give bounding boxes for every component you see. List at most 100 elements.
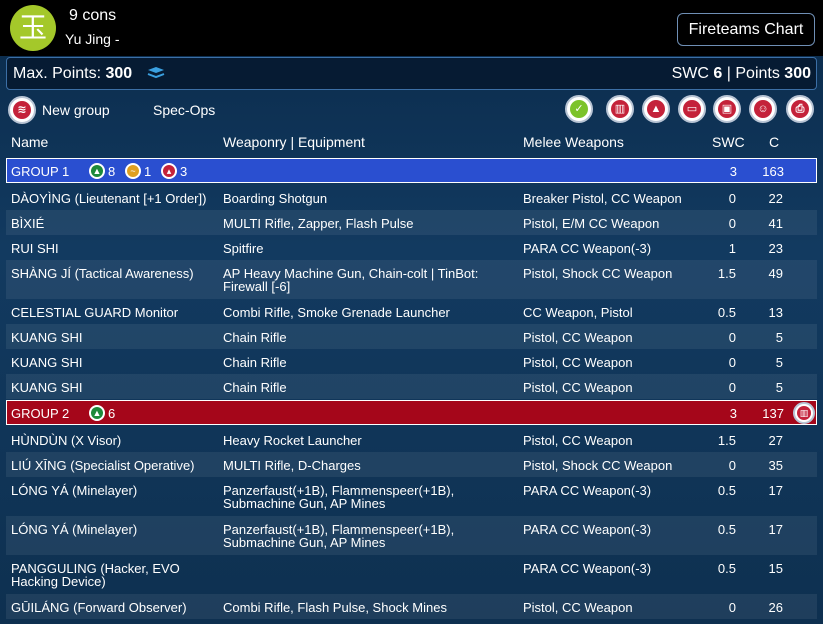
- unit-weapons: Chain Rifle: [223, 380, 287, 395]
- face-icon: ☺: [754, 100, 772, 118]
- unit-weapons: MULTI Rifle, D-Charges: [223, 458, 361, 473]
- table-row[interactable]: LÓNG YÁ (Minelayer) Panzerfaust(+1B), Fl…: [6, 477, 817, 516]
- table-row[interactable]: CELESTIAL GUARD Monitor Combi Rifle, Smo…: [6, 299, 817, 324]
- swc-value: 6: [713, 65, 723, 82]
- table-row[interactable]: KUANG SHI Chain Rifle Pistol, CC Weapon …: [6, 324, 817, 349]
- unit-swc: 0: [728, 458, 736, 473]
- unit-cost: 17: [768, 522, 783, 537]
- toolbar: ≋ New group Spec-Ops ✓ ▥ ▲ ▭ ▣ ☺ ⎙: [0, 94, 823, 126]
- unit-cost: 41: [768, 216, 783, 231]
- unit-weapons: Combi Rifle, Flash Pulse, Shock Mines: [223, 600, 447, 615]
- unit-swc: 1: [728, 241, 736, 256]
- unit-melee: Pistol, CC Weapon: [523, 600, 633, 615]
- unit-melee: PARA CC Weapon(-3): [523, 522, 652, 537]
- table-row[interactable]: RUI SHI Spitfire PARA CC Weapon(-3) 1 23: [6, 235, 817, 260]
- trash-icon: ▥: [797, 406, 811, 420]
- unit-swc: 0: [728, 355, 736, 370]
- new-group-button[interactable]: ≋: [8, 96, 36, 124]
- infinity-icon[interactable]: [146, 65, 166, 81]
- table-row[interactable]: HÙNDÙN (X Visor) Heavy Rocket Launcher P…: [6, 427, 817, 452]
- table-row[interactable]: PANGGULING (Hacker, EVO Hacking Device) …: [6, 555, 817, 594]
- print-button[interactable]: ⎙: [786, 95, 814, 123]
- unit-name: GŪILÁNG (Forward Observer): [11, 600, 187, 615]
- group-row[interactable]: GROUP 2 ▲ 6 3 137 ▥: [6, 400, 817, 425]
- chat-button[interactable]: ▭: [678, 95, 706, 123]
- unit-name: RUI SHI: [11, 241, 59, 256]
- profile-button[interactable]: ☺: [749, 95, 777, 123]
- unit-swc: 1.5: [717, 266, 736, 281]
- unit-weapons: Panzerfaust(+1B), Flammenspeer(+1B), Sub…: [223, 522, 455, 550]
- unit-cost: 5: [775, 330, 783, 345]
- table-row[interactable]: LIÚ XĪNG (Specialist Operative) MULTI Ri…: [6, 452, 817, 477]
- unit-name: HÙNDÙN (X Visor): [11, 433, 122, 448]
- column-header-name[interactable]: Name: [11, 134, 48, 150]
- delete-list-button[interactable]: ▥: [606, 95, 634, 123]
- save-icon: ▣: [718, 100, 736, 118]
- trash-icon: ▥: [611, 100, 629, 118]
- unit-weapons: Combi Rifle, Smoke Grenade Launcher: [223, 305, 450, 320]
- table-row[interactable]: BÌXIÉ MULTI Rifle, Zapper, Flash Pulse P…: [6, 210, 817, 235]
- table-row[interactable]: SHÀNG JÍ (Tactical Awareness) AP Heavy M…: [6, 260, 817, 299]
- unit-melee: PARA CC Weapon(-3): [523, 483, 652, 498]
- unit-swc: 0.5: [717, 483, 736, 498]
- unit-weapons: Panzerfaust(+1B), Flammenspeer(+1B), Sub…: [223, 483, 455, 511]
- unit-cost: 22: [768, 191, 783, 206]
- army-title[interactable]: 9 cons: [69, 7, 116, 25]
- table-row[interactable]: LÓNG YÁ (Minelayer) Panzerfaust(+1B), Fl…: [6, 516, 817, 555]
- unit-weapons: AP Heavy Machine Gun, Chain-colt | TinBo…: [223, 266, 479, 294]
- group-cost: 137: [762, 406, 784, 421]
- unit-name: KUANG SHI: [11, 330, 83, 345]
- army-subtitle: Yu Jing -: [65, 31, 120, 47]
- unit-name: CELESTIAL GUARD Monitor: [11, 305, 179, 320]
- unit-melee: Pistol, E/M CC Weapon: [523, 216, 660, 231]
- warning-button[interactable]: ▲: [642, 95, 670, 123]
- unit-name: KUANG SHI: [11, 355, 83, 370]
- unit-melee: Pistol, Shock CC Weapon: [523, 266, 673, 281]
- column-header-melee[interactable]: Melee Weapons: [523, 134, 624, 150]
- unit-swc: 0.5: [717, 305, 736, 320]
- group-row[interactable]: GROUP 1 ▲ 8 ~ 1 ▴ 3 3 163: [6, 158, 817, 183]
- fireteams-chart-button[interactable]: Fireteams Chart: [677, 13, 815, 46]
- unit-weapons: Heavy Rocket Launcher: [223, 433, 362, 448]
- irregular-order-icon: ~: [125, 163, 141, 179]
- group-swc: 3: [729, 164, 737, 179]
- save-button[interactable]: ▣: [713, 95, 741, 123]
- unit-swc: 0: [728, 191, 736, 206]
- unit-cost: 5: [775, 355, 783, 370]
- table-row[interactable]: KUANG SHI Chain Rifle Pistol, CC Weapon …: [6, 374, 817, 399]
- header: 玉 9 cons Yu Jing - Fireteams Chart: [0, 0, 823, 56]
- points-value: 300: [784, 65, 811, 82]
- unit-melee: Breaker Pistol, CC Weapon: [523, 191, 682, 206]
- order-count: 3: [180, 164, 188, 179]
- unit-cost: 27: [768, 433, 783, 448]
- column-header-weapons[interactable]: Weaponry | Equipment: [223, 134, 365, 150]
- column-header-swc[interactable]: SWC: [712, 134, 745, 150]
- delete-group-button[interactable]: ▥: [793, 402, 815, 424]
- table-row[interactable]: DÀOYÌNG (Lieutenant [+1 Order]) Boarding…: [6, 185, 817, 210]
- max-points-label: Max. Points:: [13, 65, 102, 82]
- order-count: 1: [144, 164, 152, 179]
- unit-swc: 0: [728, 216, 736, 231]
- table-row[interactable]: GŪILÁNG (Forward Observer) Combi Rifle, …: [6, 594, 817, 619]
- order-count: 6: [108, 406, 116, 421]
- points-label: Points: [735, 65, 780, 82]
- separator: |: [726, 65, 731, 82]
- unit-melee: CC Weapon, Pistol: [523, 305, 633, 320]
- order-count: 8: [108, 164, 116, 179]
- unit-weapons: Chain Rifle: [223, 355, 287, 370]
- unit-cost: 17: [768, 483, 783, 498]
- unit-cost: 13: [768, 305, 783, 320]
- unit-name: LÓNG YÁ (Minelayer): [11, 522, 138, 537]
- validate-button[interactable]: ✓: [565, 95, 593, 123]
- column-header-c[interactable]: C: [769, 134, 779, 150]
- unit-name: SHÀNG JÍ (Tactical Awareness): [11, 266, 194, 281]
- unit-name: KUANG SHI: [11, 380, 83, 395]
- unit-swc: 0: [728, 600, 736, 615]
- unit-weapons: Spitfire: [223, 241, 264, 256]
- unit-cost: 49: [768, 266, 783, 281]
- spec-ops-button[interactable]: Spec-Ops: [153, 102, 215, 118]
- new-group-label[interactable]: New group: [42, 102, 110, 118]
- unit-name: LÓNG YÁ (Minelayer): [11, 483, 138, 498]
- unit-melee: Pistol, Shock CC Weapon: [523, 458, 673, 473]
- table-row[interactable]: KUANG SHI Chain Rifle Pistol, CC Weapon …: [6, 349, 817, 374]
